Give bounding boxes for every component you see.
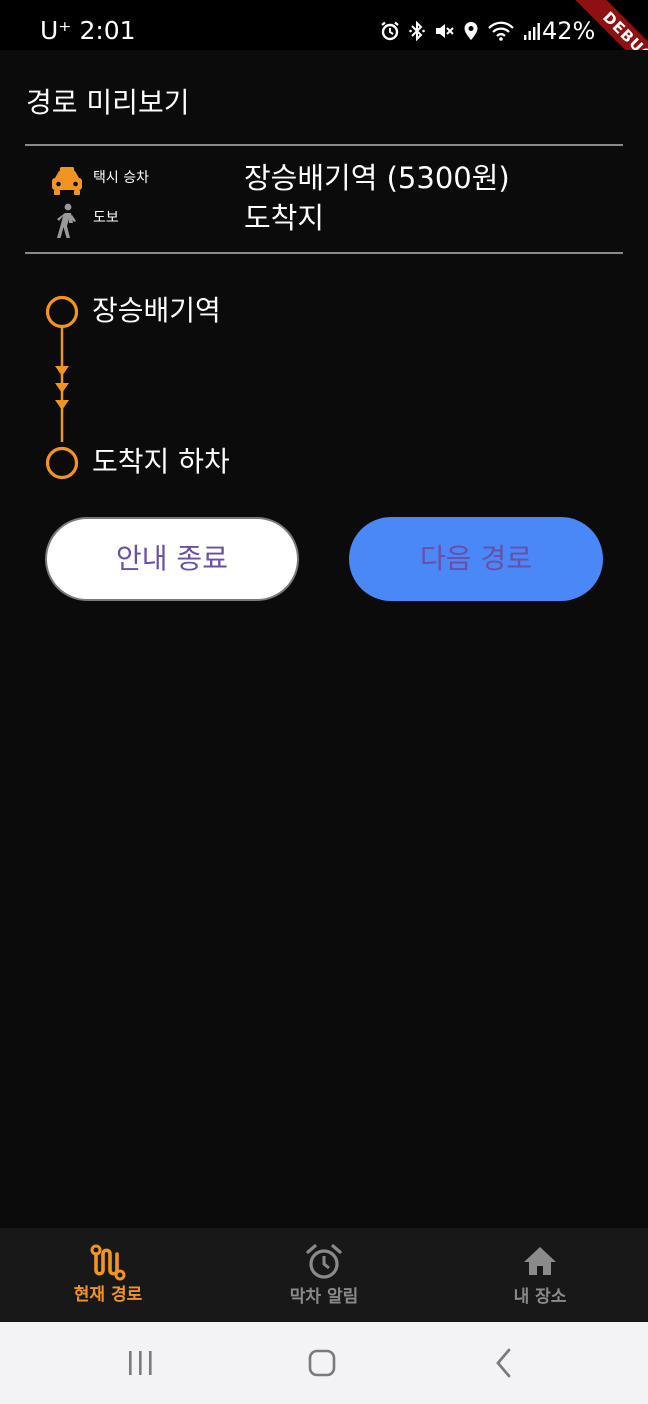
- signal-icon: [523, 21, 541, 41]
- home-icon: [521, 1242, 559, 1282]
- route-timeline: [45, 295, 79, 480]
- divider: [25, 252, 623, 254]
- taxi-icon: [48, 162, 86, 200]
- alarm-icon: [380, 21, 400, 41]
- bottom-navigation: 현재 경로 막차 알림 내 장소: [0, 1228, 648, 1322]
- timeline-start-label: 장승배기역: [92, 294, 221, 327]
- route-icon: [89, 1242, 127, 1282]
- nav-label-last-train-alarm: 막차 알림: [289, 1287, 359, 1307]
- battery-percentage: 42%: [542, 17, 596, 45]
- alarm-clock-icon: [305, 1242, 343, 1282]
- walk-icon: [48, 202, 86, 240]
- end-guide-button[interactable]: 안내 종료: [45, 517, 299, 601]
- recents-icon[interactable]: [120, 1346, 160, 1380]
- summary-row-taxi: 택시 승차 장승배기역 (5300원): [0, 158, 648, 200]
- status-icons: [380, 18, 541, 44]
- timeline-end-label: 도착지 하차: [92, 445, 230, 478]
- mute-icon: [434, 21, 454, 41]
- taxi-label: 택시 승차: [93, 170, 149, 186]
- page-title: 경로 미리보기: [26, 86, 190, 119]
- timeline-start-circle: [45, 295, 79, 329]
- divider: [25, 144, 623, 146]
- status-bar: U⁺ 2:01 42% DEBUG: [0, 0, 648, 50]
- timeline-arrow: [55, 383, 69, 393]
- timeline-arrow: [55, 366, 69, 376]
- taxi-destination: 장승배기역 (5300원): [244, 161, 510, 195]
- timeline-end-circle: [45, 446, 79, 480]
- home-button-icon[interactable]: [302, 1346, 342, 1380]
- nav-label-current-route: 현재 경로: [73, 1285, 143, 1305]
- walk-label: 도보: [93, 210, 119, 226]
- system-navigation-bar: [0, 1322, 648, 1404]
- nav-label-my-places: 내 장소: [513, 1287, 567, 1307]
- nav-item-current-route[interactable]: 현재 경로: [0, 1228, 216, 1322]
- summary-row-walk: 도보 도착지: [0, 198, 648, 240]
- timeline-arrow: [55, 400, 69, 410]
- back-icon[interactable]: [484, 1346, 524, 1380]
- bluetooth-icon: [409, 21, 425, 41]
- wifi-icon: [488, 21, 514, 41]
- nav-item-last-train-alarm[interactable]: 막차 알림: [216, 1228, 432, 1322]
- status-carrier-time: U⁺ 2:01: [40, 16, 136, 45]
- location-icon: [463, 21, 479, 41]
- walk-destination: 도착지: [244, 201, 325, 235]
- next-route-button[interactable]: 다음 경로: [349, 517, 603, 601]
- nav-item-my-places[interactable]: 내 장소: [432, 1228, 648, 1322]
